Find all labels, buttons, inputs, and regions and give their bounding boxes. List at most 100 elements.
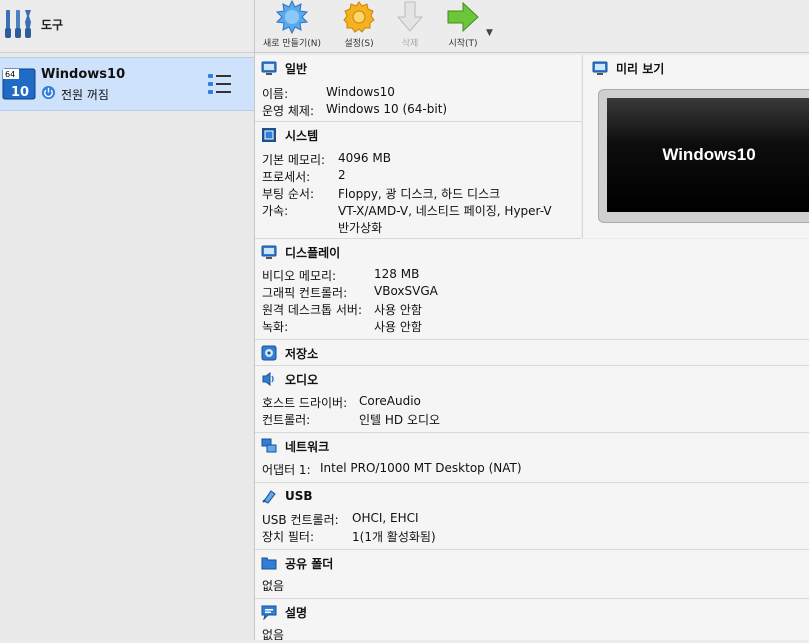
start-button[interactable]: 시작(T) — [443, 0, 483, 52]
os-version-badge: 10 — [11, 85, 29, 100]
settings-button[interactable]: 설정(S) — [335, 0, 383, 52]
section-network-header[interactable]: 네트워크 — [261, 437, 329, 455]
section-storage-header[interactable]: 저장소 — [261, 344, 318, 362]
network-icon — [261, 438, 277, 453]
new-icon — [275, 0, 309, 34]
os-bits-badge: 64 — [5, 70, 15, 79]
section-description-header[interactable]: 설명 — [261, 603, 307, 621]
row-value: Windows 10 (64-bit) — [326, 102, 448, 116]
section-title: 일반 — [285, 61, 308, 76]
section-usb: USB USB 컨트롤러: OHCI, EHCI 장치 필터: 1(1개 활성화… — [255, 483, 809, 550]
main-toolbar: 새로 만들기(N) 설정(S) 삭제 시작(T) ▼ — [255, 0, 809, 53]
section-title: 저장소 — [285, 346, 319, 361]
section-storage: 저장소 — [255, 340, 809, 366]
section-system-header[interactable]: 시스템 — [261, 126, 318, 144]
tools-item[interactable]: 도구 — [0, 0, 254, 53]
row-value: Floppy, 광 디스크, 하드 디스크 — [338, 187, 501, 201]
row-value: 128 MB — [374, 267, 420, 281]
row-value: 반가상화 — [338, 221, 383, 235]
description-value: 없음 — [262, 628, 285, 642]
tools-label: 도구 — [41, 18, 64, 32]
shared-folders-value: 없음 — [262, 579, 285, 593]
row-key: 프로세서: — [262, 170, 311, 184]
windows10-os-icon: 64 10 — [2, 68, 36, 100]
storage-disk-icon — [261, 345, 277, 361]
section-shared-folders-header[interactable]: 공유 폴더 — [261, 554, 333, 572]
row-key: 그래픽 컨트롤러: — [262, 286, 348, 300]
info-row: 그래픽 컨트롤러: VBoxSVGA — [262, 284, 438, 301]
new-button[interactable]: 새로 만들기(N) — [259, 0, 325, 52]
section-title: USB — [285, 489, 313, 503]
section-general: 일반 이름: Windows10 운영 체제: Windows 10 (64-b… — [255, 55, 581, 122]
row-key: 장치 필터: — [262, 530, 315, 544]
info-row: 호스트 드라이버: CoreAudio — [262, 394, 421, 411]
section-title: 시스템 — [285, 128, 319, 143]
row-key: 호스트 드라이버: — [262, 396, 348, 410]
section-shared-folders: 공유 폴더 없음 — [255, 550, 809, 599]
tools-icon — [5, 10, 31, 38]
section-network: 네트워크 어댑터 1: Intel PRO/1000 MT Desktop (N… — [255, 433, 809, 483]
section-system: 시스템 기본 메모리: 4096 MB 프로세서: 2 부팅 순서: Flopp… — [255, 122, 581, 239]
start-dropdown-arrow[interactable]: ▼ — [486, 28, 493, 38]
section-display-header[interactable]: 디스플레이 — [261, 243, 340, 261]
gear-icon — [343, 1, 375, 33]
info-row: 이름: Windows10 — [262, 85, 395, 102]
discard-arrow-icon — [396, 1, 424, 32]
info-row: 비디오 메모리: 128 MB — [262, 267, 419, 284]
row-value: 인텔 HD 오디오 — [359, 413, 441, 427]
speaker-icon — [262, 372, 274, 386]
discard-button-label: 삭제 — [401, 39, 419, 49]
section-description: 설명 없음 — [255, 599, 809, 642]
settings-button-label: 설정(S) — [344, 39, 374, 49]
section-general-header[interactable]: 일반 — [261, 59, 307, 77]
section-title: 미리 보기 — [616, 61, 665, 76]
vm-list-item[interactable]: 64 10 Windows10 전원 꺼짐 — [0, 57, 254, 111]
chip-icon — [262, 128, 276, 142]
section-title: 공유 폴더 — [285, 556, 334, 571]
row-key: 이름: — [262, 87, 289, 101]
power-off-icon — [41, 85, 56, 100]
row-value: 4096 MB — [338, 151, 391, 165]
monitor-icon — [592, 61, 608, 75]
section-audio: 오디오 호스트 드라이버: CoreAudio 컨트롤러: 인텔 HD 오디오 — [255, 366, 809, 433]
preview-screen-text: Windows10 — [662, 145, 756, 164]
vm-list-pane: 도구 64 10 Windows10 전원 꺼짐 — [0, 0, 255, 640]
section-audio-header[interactable]: 오디오 — [261, 370, 318, 388]
info-row: 기본 메모리: 4096 MB — [262, 151, 391, 168]
row-value: CoreAudio — [359, 394, 421, 408]
info-row: 장치 필터: 1(1개 활성화됨) — [262, 528, 436, 545]
section-preview: 미리 보기 Windows10 — [582, 55, 809, 238]
details-menu-icon[interactable] — [207, 72, 233, 96]
row-key: 녹화: — [262, 320, 289, 334]
row-value: 사용 안함 — [374, 320, 422, 334]
section-title: 네트워크 — [285, 439, 330, 454]
row-value: VT-X/AMD-V, 네스티드 페이징, Hyper-V — [338, 204, 552, 218]
info-row: 프로세서: 2 — [262, 168, 346, 185]
row-value: Intel PRO/1000 MT Desktop (NAT) — [320, 461, 522, 475]
section-usb-header[interactable]: USB — [261, 487, 313, 505]
info-row: USB 컨트롤러: OHCI, EHCI — [262, 511, 419, 528]
info-row: 가속: VT-X/AMD-V, 네스티드 페이징, Hyper-V — [262, 202, 552, 219]
folder-icon — [261, 557, 277, 570]
monitor-icon — [261, 61, 277, 75]
row-key: USB 컨트롤러: — [262, 513, 339, 527]
preview-screen: Windows10 — [607, 98, 809, 212]
section-title: 설명 — [285, 605, 308, 620]
speech-bubble-icon — [261, 605, 277, 620]
row-key: 원격 데스크톱 서버: — [262, 303, 362, 317]
info-row: 녹화: 사용 안함 — [262, 318, 422, 335]
discard-button[interactable]: 삭제 — [393, 0, 427, 52]
section-preview-header[interactable]: 미리 보기 — [592, 59, 664, 77]
vm-state: 전원 꺼짐 — [61, 88, 109, 102]
row-value: Windows10 — [326, 85, 395, 99]
row-key: 비디오 메모리: — [262, 269, 337, 283]
section-display: 디스플레이 비디오 메모리: 128 MB 그래픽 컨트롤러: VBoxSVGA… — [255, 239, 809, 340]
info-row: 부팅 순서: Floppy, 광 디스크, 하드 디스크 — [262, 185, 500, 202]
row-key: 어댑터 1: — [262, 463, 311, 477]
row-value: VBoxSVGA — [374, 284, 438, 298]
start-button-label: 시작(T) — [448, 39, 478, 49]
row-key: 기본 메모리: — [262, 153, 326, 167]
start-arrow-icon — [447, 1, 479, 33]
new-button-label: 새로 만들기(N) — [262, 39, 322, 49]
row-key: 컨트롤러: — [262, 413, 311, 427]
